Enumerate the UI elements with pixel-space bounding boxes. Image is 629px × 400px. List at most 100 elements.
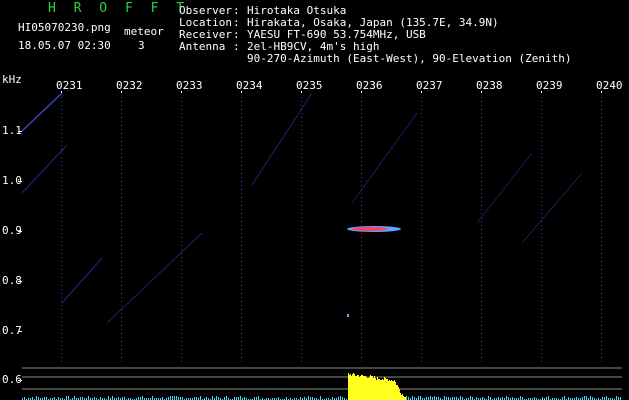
grid-dot: [241, 333, 242, 334]
grid-dot: [181, 289, 182, 290]
grid-dot: [181, 361, 182, 362]
grid-dot: [181, 97, 182, 98]
grid-dot: [541, 357, 542, 358]
grid-dot: [181, 285, 182, 286]
grid-dot: [121, 137, 122, 138]
info-key: Antenna: [179, 40, 226, 53]
grid-dot: [541, 193, 542, 194]
grid-dot: [241, 301, 242, 302]
grid-dot: [121, 221, 122, 222]
grid-dot: [241, 145, 242, 146]
grid-dot: [61, 325, 62, 326]
grid-dot: [361, 217, 362, 218]
noise-bar: [68, 396, 69, 400]
grid-dot: [121, 357, 122, 358]
grid-dot: [541, 217, 542, 218]
grid-dot: [241, 185, 242, 186]
grid-dot: [301, 229, 302, 230]
grid-dot: [301, 253, 302, 254]
grid-dot: [181, 317, 182, 318]
grid-dot: [121, 253, 122, 254]
grid-dot: [481, 105, 482, 106]
grid-dot: [241, 289, 242, 290]
grid-dot: [481, 349, 482, 350]
grid-dot: [361, 341, 362, 342]
grid-dot: [601, 249, 602, 250]
grid-dot: [481, 113, 482, 114]
grid-dot: [601, 273, 602, 274]
grid-dot: [541, 137, 542, 138]
grid-dot: [301, 125, 302, 126]
grid-dot: [61, 281, 62, 282]
grid-dot: [241, 353, 242, 354]
grid-dot: [421, 289, 422, 290]
grid-dot: [301, 137, 302, 138]
grid-dot: [61, 189, 62, 190]
frequency-unit: kHz: [2, 73, 22, 86]
grid-dot: [601, 285, 602, 286]
grid-dot: [121, 233, 122, 234]
grid-dot: [301, 157, 302, 158]
grid-dot: [301, 261, 302, 262]
grid-dot: [361, 313, 362, 314]
grid-dot: [541, 353, 542, 354]
grid-dot: [421, 217, 422, 218]
burst-bar: [388, 381, 389, 400]
grid-dot: [121, 161, 122, 162]
grid-dot: [181, 141, 182, 142]
burst-bar: [376, 380, 377, 400]
grid-dot: [421, 257, 422, 258]
grid-dot: [61, 233, 62, 234]
grid-dot: [121, 301, 122, 302]
grid-dot: [361, 265, 362, 266]
burst-bar: [370, 375, 371, 400]
grid-dot: [541, 249, 542, 250]
grid-dot: [61, 193, 62, 194]
grid-dot: [421, 117, 422, 118]
grid-dot: [541, 309, 542, 310]
grid-dot: [601, 257, 602, 258]
grid-dot: [481, 345, 482, 346]
grid-dot: [481, 181, 482, 182]
grid-dot: [61, 229, 62, 230]
grid-dot: [601, 261, 602, 262]
grid-dot: [241, 305, 242, 306]
grid-dot: [181, 349, 182, 350]
grid-dot: [61, 165, 62, 166]
grid-dot: [361, 125, 362, 126]
grid-dot: [421, 269, 422, 270]
grid-dot: [181, 165, 182, 166]
info-separator: :: [233, 40, 240, 53]
grid-dot: [181, 125, 182, 126]
grid-dot: [541, 273, 542, 274]
burst-bar: [373, 378, 374, 400]
grid-dot: [121, 149, 122, 150]
grid-dot: [481, 361, 482, 362]
grid-dot: [301, 197, 302, 198]
grid-dot: [121, 273, 122, 274]
grid-dot: [541, 333, 542, 334]
grid-dot: [301, 313, 302, 314]
grid-dot: [361, 297, 362, 298]
grid-dot: [601, 301, 602, 302]
burst-bar: [381, 380, 382, 400]
grid-dot: [61, 301, 62, 302]
grid-dot: [481, 193, 482, 194]
grid-dot: [421, 165, 422, 166]
grid-dot: [481, 341, 482, 342]
grid-dot: [301, 161, 302, 162]
grid-dot: [61, 201, 62, 202]
grid-dot: [241, 105, 242, 106]
time-label: 0239: [536, 79, 563, 92]
grid-dot: [601, 233, 602, 234]
grid-dot: [241, 141, 242, 142]
grid-dot: [181, 353, 182, 354]
grid-dot: [421, 97, 422, 98]
grid-dot: [301, 181, 302, 182]
grid-dot: [481, 313, 482, 314]
grid-dot: [601, 361, 602, 362]
grid-dot: [181, 249, 182, 250]
grid-dot: [601, 357, 602, 358]
grid-dot: [301, 309, 302, 310]
grid-dot: [241, 317, 242, 318]
